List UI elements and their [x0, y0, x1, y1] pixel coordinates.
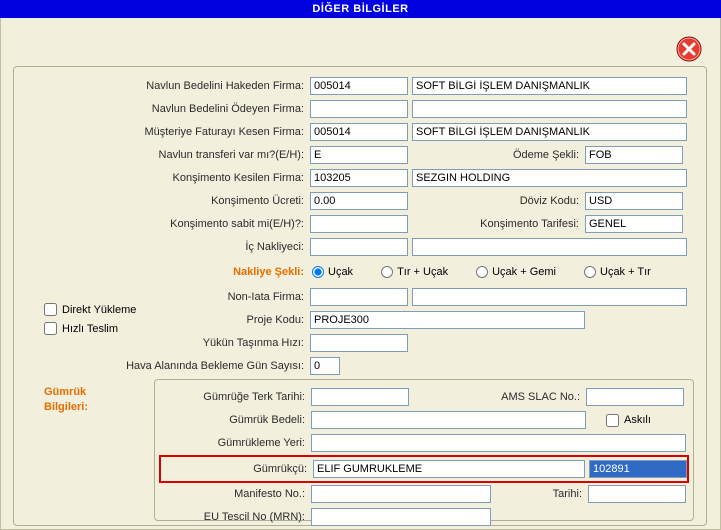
hakeden-kod-input[interactable]: [310, 77, 408, 95]
close-button[interactable]: [676, 36, 702, 62]
non-iata-ad-input[interactable]: [412, 288, 687, 306]
checkbox-hizli-teslim[interactable]: Hızlı Teslim: [44, 322, 136, 335]
label-doviz-kodu: Döviz Kodu:: [408, 195, 585, 207]
manifesto-no-input[interactable]: [311, 485, 491, 503]
label-gumruk-bedeli: Gümrük Bedeli:: [155, 414, 311, 426]
close-icon: [676, 36, 702, 62]
radio-ucak-gemi[interactable]: Uçak + Gemi: [476, 266, 556, 278]
odeme-sekli-input[interactable]: [585, 146, 683, 164]
nakliye-sekli-group: Uçak Tır + Uçak Uçak + Gemi Uçak + Tır: [310, 266, 651, 278]
kons-sabit-input[interactable]: [310, 215, 408, 233]
gumruk-bedeli-input[interactable]: [311, 411, 586, 429]
label-manifesto-no: Manifesto No.:: [155, 488, 311, 500]
label-yukun-tasinma: Yükün Taşınma Hızı:: [14, 337, 310, 349]
label-nakliye-sekli: Nakliye Şekli:: [14, 266, 310, 278]
label-navlun-hakeden: Navlun Bedelini Hakeden Firma:: [14, 80, 310, 92]
hava-alaninda-input[interactable]: [310, 357, 340, 375]
label-konsimento-kesilen: Konşimento Kesilen Firma:: [14, 172, 310, 184]
label-konsimento-tarifesi: Konşimento Tarifesi:: [408, 218, 585, 230]
gumruk-panel: Gümrüğe Terk Tarihi: AMS SLAC No.: Gümrü…: [154, 379, 694, 521]
radio-ucak[interactable]: Uçak: [312, 266, 353, 278]
checkbox-askili[interactable]: Askılı: [606, 414, 651, 427]
tarihi-input[interactable]: [588, 485, 686, 503]
doviz-kodu-input[interactable]: [585, 192, 683, 210]
window-title: DİĞER BİLGİLER: [0, 0, 721, 18]
label-tarihi: Tarihi:: [491, 488, 588, 500]
odeyen-kod-input[interactable]: [310, 100, 408, 118]
yukun-tasinma-input[interactable]: [310, 334, 408, 352]
hakeden-ad-input[interactable]: [412, 77, 687, 95]
gumrukcu-ad-input[interactable]: [313, 460, 585, 478]
label-hava-alaninda: Hava Alanında Bekleme Gün Sayısı:: [14, 360, 310, 372]
label-navlun-transfer: Navlun transferi var mı?(E/H):: [14, 149, 310, 161]
ic-nakliyeci-kod-input[interactable]: [310, 238, 408, 256]
eu-tescil-input[interactable]: [311, 508, 491, 526]
label-konsimento-sabit: Konşimento sabit mi(E/H)?:: [14, 218, 310, 230]
gumrukcu-kod-input[interactable]: [589, 460, 687, 478]
label-gumruge-terk: Gümrüğe Terk Tarihi:: [155, 391, 311, 403]
kons-kesilen-kod-input[interactable]: [310, 169, 408, 187]
fatura-ad-input[interactable]: [412, 123, 687, 141]
label-ic-nakliyeci: İç Nakliyeci:: [14, 241, 310, 253]
label-gumruk-bilgileri: Gümrük Bilgileri:: [44, 385, 88, 415]
label-ams-slac: AMS SLAC No.:: [409, 391, 586, 403]
proje-kodu-input[interactable]: [310, 311, 585, 329]
gumruge-terk-input[interactable]: [311, 388, 409, 406]
main-panel: Navlun Bedelini Hakeden Firma: Navlun Be…: [13, 66, 707, 526]
radio-ucak-tir[interactable]: Uçak + Tır: [584, 266, 651, 278]
navlun-transfer-input[interactable]: [310, 146, 408, 164]
label-navlun-odeyen: Navlun Bedelini Ödeyen Firma:: [14, 103, 310, 115]
kons-kesilen-ad-input[interactable]: [412, 169, 687, 187]
label-gumrukcu: Gümrükçü:: [161, 463, 313, 475]
gumrukleme-yeri-input[interactable]: [311, 434, 686, 452]
label-eu-tescil: EU Tescil No (MRN):: [155, 511, 311, 523]
label-odeme-sekli: Ödeme Şekli:: [408, 149, 585, 161]
label-konsimento-ucreti: Konşimento Ücreti:: [14, 195, 310, 207]
ams-slac-input[interactable]: [586, 388, 684, 406]
kons-ucreti-input[interactable]: [310, 192, 408, 210]
label-gumrukleme-yeri: Gümrükleme Yeri:: [155, 437, 311, 449]
fatura-kod-input[interactable]: [310, 123, 408, 141]
ic-nakliyeci-ad-input[interactable]: [412, 238, 687, 256]
checkbox-direkt-yukleme[interactable]: Direkt Yükleme: [44, 303, 136, 316]
non-iata-kod-input[interactable]: [310, 288, 408, 306]
label-non-iata: Non-Iata Firma:: [14, 291, 310, 303]
radio-tir-ucak[interactable]: Tır + Uçak: [381, 266, 448, 278]
kons-tarifesi-input[interactable]: [585, 215, 683, 233]
label-musteri-fatura: Müşteriye Faturayı Kesen Firma:: [14, 126, 310, 138]
highlighted-row-gumrukcu: Gümrükçü:: [159, 455, 689, 483]
odeyen-ad-input[interactable]: [412, 100, 687, 118]
